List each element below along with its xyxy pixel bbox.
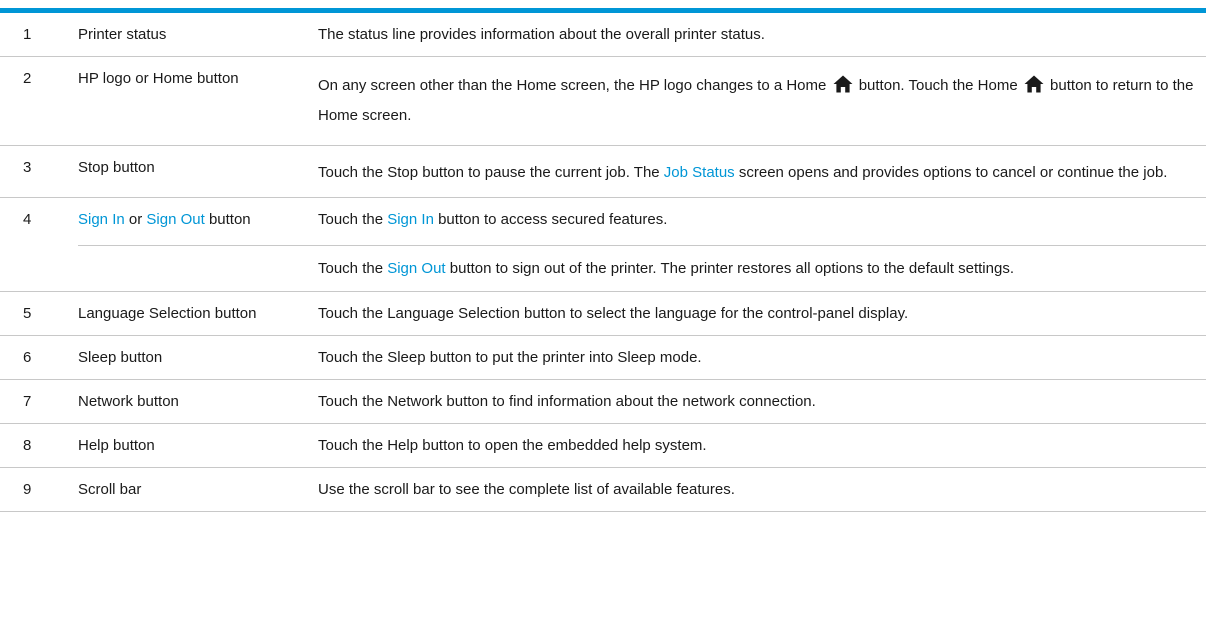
description-text: screen opens and provides options to can…	[738, 164, 1168, 181]
item-name: Help button	[78, 423, 318, 468]
item-name: Sleep button	[78, 335, 318, 380]
table-row: 8 Help button Touch the Help button to o…	[0, 423, 1206, 468]
sign-in-link[interactable]: Sign In	[78, 211, 125, 228]
description-text: Touch the Stop button to pause the curre…	[318, 164, 660, 181]
item-description: Use the scroll bar to see the complete l…	[318, 467, 1206, 512]
item-number: 6	[0, 335, 78, 380]
item-description: Touch the Network button to find informa…	[318, 379, 1206, 424]
name-text: or	[128, 211, 143, 228]
item-number: 2	[0, 56, 78, 146]
sign-in-link[interactable]: Sign In	[387, 211, 434, 228]
description-text: Touch the	[318, 260, 384, 277]
item-description: On any screen other than the Home screen…	[318, 56, 1206, 146]
table-row: 7 Network button Touch the Network butto…	[0, 379, 1206, 424]
item-description: Touch the Stop button to pause the curre…	[318, 145, 1206, 198]
name-text: button	[208, 211, 251, 228]
table-row: 1 Printer status The status line provide…	[0, 13, 1206, 57]
table-row: 9 Scroll bar Use the scroll bar to see t…	[0, 467, 1206, 512]
item-description: Touch the Language Selection button to s…	[318, 291, 1206, 336]
item-number: 4	[0, 197, 78, 292]
description-paragraph: Touch the Sign In button to access secur…	[318, 209, 1206, 234]
description-text: Touch the	[318, 211, 384, 228]
description-text: button. Touch the Home	[858, 77, 1018, 94]
item-number: 9	[0, 467, 78, 512]
item-number: 3	[0, 145, 78, 198]
item-name: Stop button	[78, 145, 318, 198]
item-name: Network button	[78, 379, 318, 424]
home-icon	[833, 75, 853, 93]
item-number: 8	[0, 423, 78, 468]
sign-out-link[interactable]: Sign Out	[146, 211, 204, 228]
item-name: HP logo or Home button	[78, 56, 318, 146]
item-name: Printer status	[78, 13, 318, 57]
table-row: 6 Sleep button Touch the Sleep button to…	[0, 335, 1206, 380]
sign-out-link[interactable]: Sign Out	[387, 260, 445, 277]
item-name: Language Selection button	[78, 291, 318, 336]
item-description: The status line provides information abo…	[318, 13, 1206, 57]
item-description: Touch the Help button to open the embedd…	[318, 423, 1206, 468]
item-number: 5	[0, 291, 78, 336]
home-icon	[1024, 75, 1044, 93]
job-status-link[interactable]: Job Status	[664, 164, 735, 181]
control-panel-reference-table: 1 Printer status The status line provide…	[0, 13, 1206, 512]
description-text: button to sign out of the printer. The p…	[449, 260, 1014, 277]
table-row: 5 Language Selection button Touch the La…	[0, 291, 1206, 336]
item-description: Touch the Sign In button to access secur…	[78, 197, 1206, 292]
item-number: 7	[0, 379, 78, 424]
description-text: On any screen other than the Home screen…	[318, 77, 827, 94]
item-name: Scroll bar	[78, 467, 318, 512]
item-number: 1	[0, 13, 78, 57]
description-paragraph: Touch the Sign Out button to sign out of…	[78, 245, 1206, 280]
description-text: button to access secured features.	[438, 211, 668, 228]
table-row: 2 HP logo or Home button On any screen o…	[0, 56, 1206, 146]
table-row: 4 Sign In or Sign Out button Touch the S…	[0, 197, 1206, 292]
item-description: Touch the Sleep button to put the printe…	[318, 335, 1206, 380]
table-row: 3 Stop button Touch the Stop button to p…	[0, 145, 1206, 198]
